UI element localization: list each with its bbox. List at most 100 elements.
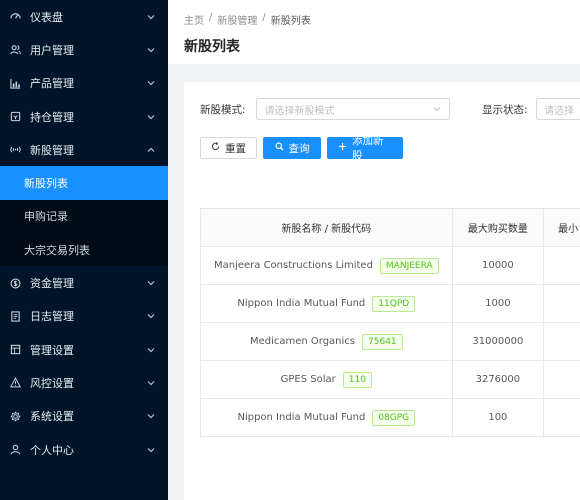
chevron-up-icon (146, 145, 156, 155)
min-cell (544, 399, 580, 436)
sidebar: 仪表盘 用户管理 产品管理 持仓管理 新股管理 新股列表 申购记录 大宗交易列表 (0, 0, 168, 500)
mode-select[interactable]: 请选择新股模式 (255, 98, 450, 120)
column-header-name-code[interactable]: 新股名称 / 新股代码 (201, 209, 453, 246)
chevron-down-icon (146, 445, 156, 455)
page-title: 新股列表 (184, 39, 240, 55)
ipo-name: Nippon India Mutual Fund (237, 298, 366, 309)
breadcrumb-separator: / (262, 12, 266, 23)
sidebar-item-label: 资金管理 (30, 277, 74, 291)
breadcrumb-separator: / (209, 12, 213, 23)
dollar-icon (8, 276, 22, 290)
log-icon (8, 309, 22, 323)
ipo-code-tag: 110 (342, 371, 372, 388)
sidebar-item-label: 用户管理 (30, 43, 74, 57)
chevron-down-icon (146, 411, 156, 421)
chevron-down-icon (146, 12, 156, 22)
sidebar-subitem-subscriptions[interactable]: 申购记录 (0, 200, 168, 233)
ipo-code-tag: MANJEERA (379, 257, 439, 274)
ipo-name-cell: Nippon India Mutual Fund 08GPG (201, 399, 453, 436)
mode-select-placeholder: 请选择新股模式 (264, 105, 335, 117)
users-icon (8, 43, 22, 57)
breadcrumb-home[interactable]: 主页 (184, 12, 204, 27)
column-header-min[interactable]: 最小 (544, 209, 580, 246)
sidebar-item-logs[interactable]: 日志管理 (0, 300, 168, 333)
user-icon (8, 443, 22, 457)
ipo-name: Medicamen Organics (249, 336, 356, 347)
reset-button-label: 重置 (225, 142, 246, 155)
sidebar-item-risk-settings[interactable]: 风控设置 (0, 366, 168, 399)
ipo-name-cell: GPES Solar 110 (201, 361, 453, 398)
dashboard-icon (8, 10, 22, 24)
wallet-icon (8, 110, 22, 124)
ipo-name-cell: Manjeera Constructions Limited MANJEERA (201, 247, 453, 284)
signal-icon (8, 143, 22, 157)
ipo-code-tag: 11QPD (372, 295, 416, 312)
ipo-code-tag: 08GPG (372, 409, 416, 426)
filter-row: 新股模式: 请选择新股模式 (200, 98, 450, 120)
sidebar-item-admin-settings[interactable]: 管理设置 (0, 333, 168, 366)
sidebar-item-profile[interactable]: 个人中心 (0, 433, 168, 466)
warning-icon (8, 376, 22, 390)
sidebar-subitem-block-trades[interactable]: 大宗交易列表 (0, 233, 168, 266)
sidebar-item-label: 风控设置 (30, 376, 74, 390)
reset-button[interactable]: 重置 (200, 137, 257, 159)
sidebar-item-products[interactable]: 产品管理 (0, 67, 168, 100)
chevron-down-icon (146, 378, 156, 388)
sidebar-item-label: 个人中心 (30, 443, 74, 457)
sidebar-item-label: 仪表盘 (30, 10, 63, 24)
chart-icon (8, 76, 22, 90)
status-select[interactable]: 请选择 (536, 98, 580, 120)
sidebar-item-dashboard[interactable]: 仪表盘 (0, 0, 168, 33)
table-header-row: 新股名称 / 新股代码 最大购买数量 最小 (201, 209, 580, 247)
ipo-code-tag: 75641 (362, 333, 403, 350)
chevron-down-icon (146, 278, 156, 288)
add-ipo-button-label: 添加新股 (352, 135, 384, 162)
max-qty-cell: 31000000 (453, 323, 545, 360)
sidebar-item-label: 持仓管理 (30, 110, 74, 124)
max-qty-cell: 1000 (453, 285, 545, 322)
chevron-down-icon (146, 45, 156, 55)
chevron-down-icon (146, 345, 156, 355)
mode-label: 新股模式: (200, 103, 246, 116)
breadcrumb-ipo-management[interactable]: 新股管理 (217, 12, 257, 27)
min-cell (544, 247, 580, 284)
ipo-submenu: 新股列表 申购记录 大宗交易列表 (0, 166, 168, 267)
gear-icon (8, 409, 22, 423)
table-row: Nippon India Mutual Fund 08GPG 100 (201, 399, 580, 437)
max-qty-cell: 100 (453, 399, 545, 436)
sidebar-item-label: 管理设置 (30, 343, 74, 357)
table-icon (8, 343, 22, 357)
min-cell (544, 285, 580, 322)
chevron-down-icon (146, 78, 156, 88)
sidebar-item-users[interactable]: 用户管理 (0, 33, 168, 66)
search-icon (274, 142, 284, 154)
breadcrumb-current: 新股列表 (270, 16, 311, 27)
sidebar-subitem-ipo-list[interactable]: 新股列表 (0, 166, 168, 200)
search-button[interactable]: 查询 (263, 137, 321, 159)
table-row: Nippon India Mutual Fund 11QPD 1000 (201, 285, 580, 323)
chevron-down-icon (146, 311, 156, 321)
status-select-placeholder: 请选择 (544, 105, 574, 117)
ipo-table: 新股名称 / 新股代码 最大购买数量 最小 Manjeera Construct… (200, 208, 580, 437)
min-cell (544, 361, 580, 398)
sidebar-item-holdings[interactable]: 持仓管理 (0, 100, 168, 133)
sidebar-item-funds[interactable]: 资金管理 (0, 266, 168, 299)
sidebar-item-system-settings[interactable]: 系统设置 (0, 400, 168, 433)
content-card: 新股模式: 请选择新股模式 显示状态: 请选择 重置 查询 添加新股 新股名称 … (184, 82, 580, 500)
plus-icon (338, 142, 347, 154)
search-button-label: 查询 (288, 142, 310, 155)
max-qty-cell: 10000 (453, 247, 545, 284)
sidebar-item-label: 日志管理 (30, 310, 74, 324)
ipo-name-cell: Medicamen Organics 75641 (201, 323, 453, 360)
status-label: 显示状态: (482, 104, 528, 116)
ipo-name: Nippon India Mutual Fund (237, 412, 366, 423)
table-row: Manjeera Constructions Limited MANJEERA … (201, 247, 580, 285)
ipo-name: GPES Solar (280, 374, 336, 385)
sidebar-item-ipo[interactable]: 新股管理 (0, 133, 168, 166)
add-ipo-button[interactable]: 添加新股 (327, 135, 403, 162)
column-header-max-qty[interactable]: 最大购买数量 (453, 209, 545, 246)
ipo-name-cell: Nippon India Mutual Fund 11QPD (201, 285, 453, 322)
max-qty-cell: 3276000 (453, 361, 545, 398)
breadcrumb: 主页 / 新股管理 / 新股列表 (184, 12, 311, 27)
sidebar-item-label: 产品管理 (30, 77, 74, 91)
